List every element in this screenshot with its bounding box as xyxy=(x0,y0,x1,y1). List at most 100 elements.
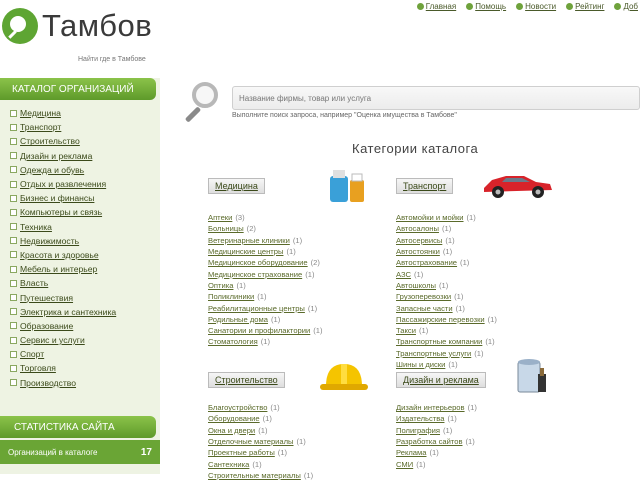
subcategory-item[interactable]: СМИ (1) xyxy=(396,458,586,469)
sidebar-item[interactable]: Производство xyxy=(10,376,160,390)
logo-title: Тамбов xyxy=(42,8,153,43)
category-heading-link[interactable]: Дизайн и реклама xyxy=(396,372,486,388)
search-hint: Выполните поиск запроса, например "Оценк… xyxy=(232,112,457,119)
sidebar-item[interactable]: Строительство xyxy=(10,134,160,148)
sidebar-item[interactable]: Сервис и услуги xyxy=(10,333,160,347)
subcategory-item[interactable]: Сантехника (1) xyxy=(208,458,398,469)
subcategory-item[interactable]: Ветеринарные клиники (1) xyxy=(208,235,398,246)
subcategory-item[interactable]: Санатории и профилактории (1) xyxy=(208,325,398,336)
subcategory-item[interactable]: Автошколы (1) xyxy=(396,280,586,291)
category-heading-link[interactable]: Медицина xyxy=(208,178,265,194)
magnifier-icon xyxy=(192,82,218,108)
subcategory-item[interactable]: Разработка сайтов (1) xyxy=(396,436,586,447)
subcategory-item[interactable]: Реклама (1) xyxy=(396,447,586,458)
stats-row: Организаций в каталоге 17 xyxy=(0,440,160,464)
sidebar-item[interactable]: Техника xyxy=(10,220,160,234)
subcategory-item[interactable]: Дизайн интерьеров (1) xyxy=(396,402,586,413)
bullet-icon xyxy=(10,364,17,372)
subcategory-item[interactable]: Автосалоны (1) xyxy=(396,223,586,234)
sidebar-item[interactable]: Одежда и обувь xyxy=(10,163,160,177)
sidebar-heading: КАТАЛОГ ОРГАНИЗАЦИЙ xyxy=(0,78,156,100)
subcategory-item[interactable]: Окна и двери (1) xyxy=(208,425,398,436)
subcategory-item[interactable]: Медицинские центры (1) xyxy=(208,246,398,257)
nav-home-link[interactable]: Главная xyxy=(416,2,456,11)
subcategory-list: Автомойки и мойки (1) Автосалоны (1) Автос… xyxy=(396,212,586,370)
subcategory-item[interactable]: Такси (1) xyxy=(396,325,586,336)
subcategory-item[interactable]: АЗС (1) xyxy=(396,268,586,279)
red-car-icon xyxy=(484,176,552,198)
subcategory-item[interactable]: Медицинское страхование (1) xyxy=(208,268,398,279)
sidebar-item[interactable]: Спорт xyxy=(10,347,160,361)
sidebar-item[interactable]: Транспорт xyxy=(10,120,160,134)
search-input[interactable]: Название фирмы, товар или услуга xyxy=(232,86,640,110)
subcategory-item[interactable]: Автострахование (1) xyxy=(396,257,586,268)
subcategory-item[interactable]: Автосервисы (1) xyxy=(396,235,586,246)
bullet-icon xyxy=(10,251,17,259)
bullet-icon xyxy=(10,237,17,245)
nav-add-link[interactable]: Доб xyxy=(614,2,638,11)
subcategory-item[interactable]: Поликлиники (1) xyxy=(208,291,398,302)
category-heading-link[interactable]: Строительство xyxy=(208,372,285,388)
subcategory-item[interactable]: Полиграфия (1) xyxy=(396,425,586,436)
sidebar: КАТАЛОГ ОРГАНИЗАЦИЙ Медицина Транспорт С… xyxy=(0,78,160,474)
add-icon xyxy=(614,3,622,10)
sidebar-item[interactable]: Компьютеры и связь xyxy=(10,205,160,219)
sidebar-item[interactable]: Путешествия xyxy=(10,290,160,304)
subcategory-item[interactable]: Стоматология (1) xyxy=(208,336,398,347)
subcategory-item[interactable]: Оборудование (1) xyxy=(208,413,398,424)
hard-hat-icon xyxy=(320,364,368,390)
sidebar-item[interactable]: Мебель и интерьер xyxy=(10,262,160,276)
subcategory-item[interactable]: Проектные работы (1) xyxy=(208,447,398,458)
bullet-icon xyxy=(10,208,17,216)
news-icon xyxy=(516,3,524,10)
help-icon xyxy=(466,3,474,10)
subcategory-item[interactable]: Транспортные услуги (1) xyxy=(396,348,586,359)
sidebar-item[interactable]: Дизайн и реклама xyxy=(10,149,160,163)
bullet-icon xyxy=(10,152,17,160)
bullet-icon xyxy=(10,109,17,117)
nav-news-link[interactable]: Новости xyxy=(516,2,556,11)
sidebar-item[interactable]: Электрика и сантехника xyxy=(10,305,160,319)
bullet-icon xyxy=(10,279,17,287)
bullet-icon xyxy=(10,166,17,174)
subcategory-item[interactable]: Строительные материалы (1) xyxy=(208,470,398,481)
sidebar-item[interactable]: Недвижимость xyxy=(10,234,160,248)
sidebar-item[interactable]: Медицина xyxy=(10,106,160,120)
nav-help-link[interactable]: Помощь xyxy=(466,2,506,11)
bullet-icon xyxy=(10,294,17,302)
site-logo[interactable]: Тамбов xyxy=(2,8,152,44)
subcategory-item[interactable]: Издательства (1) xyxy=(396,413,586,424)
subcategory-item[interactable]: Запасные части (1) xyxy=(396,302,586,313)
subcategory-item[interactable]: Аптеки (3) xyxy=(208,212,398,223)
category-heading-link[interactable]: Транспорт xyxy=(396,178,454,194)
subcategory-item[interactable]: Пассажирские перевозки (1) xyxy=(396,314,586,325)
subcategory-item[interactable]: Реабилитационные центры (1) xyxy=(208,302,398,313)
subcategory-item[interactable]: Грузоперевозки (1) xyxy=(396,291,586,302)
subcategory-item[interactable]: Медицинское оборудование (2) xyxy=(208,257,398,268)
bullet-icon xyxy=(10,265,17,273)
search-area: Название фирмы, товар или услуга Выполни… xyxy=(190,78,640,132)
paint-can-icon xyxy=(517,359,546,393)
nav-rating-link[interactable]: Рейтинг xyxy=(566,2,604,11)
subcategory-item[interactable]: Шины и диски (1) xyxy=(396,359,586,370)
bullet-icon xyxy=(10,379,17,387)
category-block-transport: Транспорт Автомойки и мойки (1) Автосалон… xyxy=(396,176,586,370)
logo-subtitle: Найти где в Тамбове xyxy=(78,56,146,63)
subcategory-item[interactable]: Благоустройство (1) xyxy=(208,402,398,413)
subcategory-item[interactable]: Автостоянки (1) xyxy=(396,246,586,257)
sidebar-item[interactable]: Бизнес и финансы xyxy=(10,191,160,205)
subcategory-item[interactable]: Транспортные компании (1) xyxy=(396,336,586,347)
subcategory-item[interactable]: Оптика (1) xyxy=(208,280,398,291)
subcategory-item[interactable]: Отделочные материалы (1) xyxy=(208,436,398,447)
sidebar-item[interactable]: Красота и здоровье xyxy=(10,248,160,262)
subcategory-item[interactable]: Родильные дома (1) xyxy=(208,314,398,325)
top-navigation: Главная Помощь Новости Рейтинг Доб xyxy=(416,2,638,11)
subcategory-item[interactable]: Больницы (2) xyxy=(208,223,398,234)
sidebar-item[interactable]: Отдых и развлечения xyxy=(10,177,160,191)
subcategory-item[interactable]: Автомойки и мойки (1) xyxy=(396,212,586,223)
sidebar-category-list: Медицина Транспорт Строительство Дизайн … xyxy=(0,106,160,390)
sidebar-item[interactable]: Власть xyxy=(10,276,160,290)
bullet-icon xyxy=(10,123,17,131)
sidebar-item[interactable]: Образование xyxy=(10,319,160,333)
sidebar-item[interactable]: Торговля xyxy=(10,361,160,375)
